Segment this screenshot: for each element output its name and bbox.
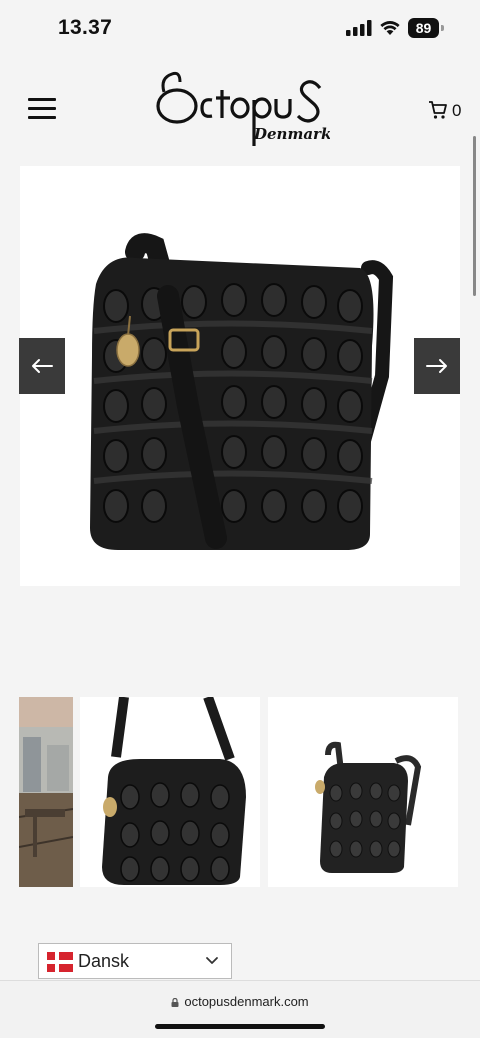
battery-icon: 89 xyxy=(408,18,444,38)
site-header: Denmark 0 xyxy=(0,54,480,160)
product-main-image[interactable] xyxy=(20,166,460,586)
arrow-left-icon xyxy=(32,359,53,373)
wifi-icon xyxy=(380,21,400,35)
bag-side-photo xyxy=(315,741,422,873)
language-selector[interactable]: Dansk xyxy=(38,943,232,979)
chevron-down-icon xyxy=(206,957,218,964)
menu-button[interactable] xyxy=(28,98,58,120)
battery-level: 89 xyxy=(408,18,439,38)
previous-image-button[interactable] xyxy=(19,338,65,394)
next-image-button[interactable] xyxy=(414,338,460,394)
url-display[interactable]: octopusdenmark.com xyxy=(0,994,480,1009)
status-bar: 13.37 89 xyxy=(0,0,480,54)
lock-icon xyxy=(171,998,179,1007)
shopping-cart-icon xyxy=(429,101,447,119)
bag-image xyxy=(90,233,394,550)
thumbnail-1[interactable] xyxy=(19,697,73,887)
thumbnail-2[interactable] xyxy=(80,697,260,887)
status-time: 13.37 xyxy=(58,16,113,39)
cellular-signal-icon xyxy=(346,20,372,36)
cart-button[interactable]: 0 xyxy=(428,100,468,122)
bag-front-photo xyxy=(102,697,246,885)
logo-denmark-text: Denmark xyxy=(253,125,330,143)
url-text: octopusdenmark.com xyxy=(184,994,309,1009)
hamburger-menu-icon xyxy=(28,98,56,101)
thumbnail-3[interactable] xyxy=(268,697,458,887)
cart-count: 0 xyxy=(452,101,462,120)
browser-address-bar: octopusdenmark.com xyxy=(0,980,480,1038)
page-scrollbar[interactable] xyxy=(473,136,476,296)
arrow-right-icon xyxy=(426,359,447,373)
language-label: Dansk xyxy=(78,951,130,971)
octopus-denmark-logo[interactable]: Denmark xyxy=(150,66,330,152)
denmark-flag-icon xyxy=(47,952,73,972)
building-balcony-photo xyxy=(19,697,73,887)
home-indicator[interactable] xyxy=(155,1024,325,1029)
